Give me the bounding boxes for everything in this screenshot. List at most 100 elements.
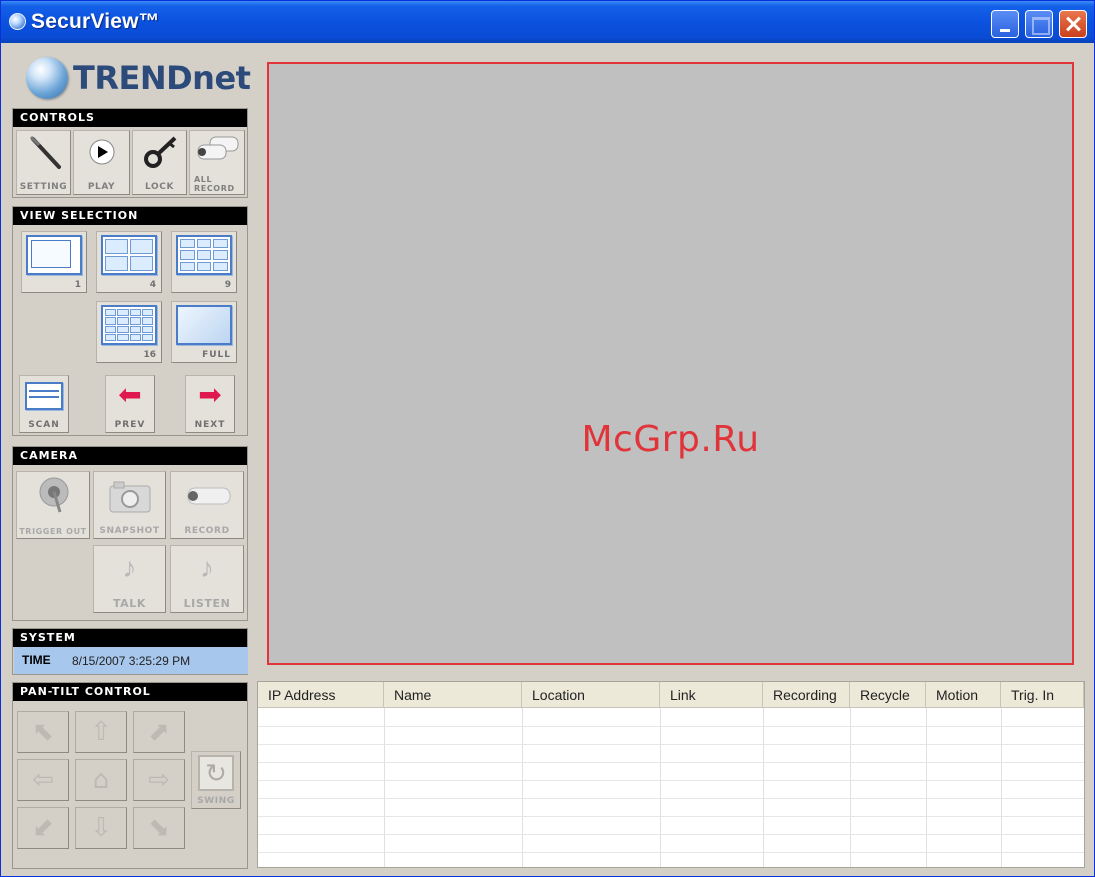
next-button[interactable]: ➡ NEXT [185, 375, 235, 433]
app-globe-icon [9, 13, 26, 30]
cameras-icon [197, 136, 239, 160]
column-header-recording[interactable]: Recording [763, 682, 850, 708]
view-16-label: 16 [143, 350, 156, 360]
pan-left-button[interactable]: ⇦ [17, 759, 69, 801]
full-view-icon [176, 305, 232, 345]
column-header-name[interactable]: Name [384, 682, 522, 708]
listen-note-icon: ♪ [200, 552, 214, 583]
pan-down-right-button[interactable]: ⬊ [133, 807, 185, 849]
all-record-label: ALL RECORD [194, 175, 235, 193]
talk-note-icon: ♪ [122, 552, 137, 583]
play-label: PLAY [87, 182, 116, 192]
view-full-button[interactable]: FULL [171, 301, 237, 363]
window-title: SecurView™ [31, 10, 160, 33]
column-header-ip-address[interactable]: IP Address [258, 682, 384, 708]
column-header-recycle[interactable]: Recycle [850, 682, 926, 708]
tilt-down-button[interactable]: ⇩ [75, 807, 127, 849]
camera-header: CAMERA [13, 447, 247, 465]
pan-tilt-panel: PAN-TILT CONTROL ⬉ ⇧ ⬈ ⇦ ⌂ ⇨ ⬋ ⇩ ⬊ ↻ SWI… [12, 682, 248, 869]
trigger-out-label: TRIGGER OUT [19, 527, 87, 536]
snapshot-camera-icon [109, 481, 151, 513]
pan-right-button[interactable]: ⇨ [133, 759, 185, 801]
wrench-icon [29, 135, 61, 169]
prev-label: PREV [114, 420, 146, 430]
view-1-button[interactable]: 1 [21, 231, 87, 293]
play-button[interactable]: PLAY [73, 130, 130, 195]
swing-button[interactable]: ↻ SWING [191, 751, 241, 809]
system-panel: SYSTEM TIME 8/15/2007 3:25:29 PM [12, 628, 248, 675]
trigger-out-button[interactable]: TRIGGER OUT [16, 471, 90, 539]
sixteen-view-icon [101, 305, 157, 345]
swing-label: SWING [197, 796, 235, 806]
lock-button[interactable]: LOCK [132, 130, 187, 195]
talk-label: TALK [112, 597, 147, 610]
camera-panel: CAMERA TRIGGER OUT SNAPSHOT RECORD ♪ TAL… [12, 446, 248, 621]
trigger-icon [39, 477, 69, 513]
listen-label: LISTEN [183, 597, 231, 610]
record-camera-icon [187, 487, 231, 505]
view-9-label: 9 [224, 280, 231, 290]
talk-button[interactable]: ♪ TALK [93, 545, 166, 613]
pan-up-right-button[interactable]: ⬈ [133, 711, 185, 753]
watermark: McGrp.Ru [581, 419, 760, 460]
record-label: RECORD [184, 526, 230, 536]
pan-tilt-header: PAN-TILT CONTROL [13, 683, 247, 701]
swing-icon: ↻ [198, 755, 234, 791]
scan-icon [25, 382, 63, 410]
minimize-button[interactable] [991, 10, 1019, 38]
all-record-button[interactable]: ALL RECORD [189, 130, 245, 195]
view-9-button[interactable]: 9 [171, 231, 237, 293]
scan-label: SCAN [28, 420, 60, 430]
pan-up-left-button[interactable]: ⬉ [17, 711, 69, 753]
arrow-down-icon: ⇩ [90, 813, 112, 843]
time-row: TIME 8/15/2007 3:25:29 PM [14, 647, 248, 674]
view-selection-panel: VIEW SELECTION 1 4 9 16 FULL SCAN ⬅ PREV… [12, 206, 248, 436]
column-header-trig-in[interactable]: Trig. In [1001, 682, 1084, 708]
time-label: TIME [22, 653, 51, 667]
scan-button[interactable]: SCAN [19, 375, 69, 433]
prev-button[interactable]: ⬅ PREV [105, 375, 155, 433]
view-4-button[interactable]: 4 [96, 231, 162, 293]
setting-label: SETTING [19, 182, 68, 192]
column-header-location[interactable]: Location [522, 682, 660, 708]
camera-list-table[interactable]: IP Address Name Location Link Recording … [257, 681, 1085, 868]
view-4-label: 4 [149, 280, 156, 290]
arrow-left-icon: ⇦ [32, 765, 54, 795]
column-header-motion[interactable]: Motion [926, 682, 1001, 708]
key-icon [144, 136, 177, 168]
arrow-down-left-icon: ⬋ [32, 813, 54, 843]
home-button[interactable]: ⌂ [75, 759, 127, 801]
video-display[interactable]: McGrp.Ru [267, 62, 1074, 665]
arrow-up-left-icon: ⬉ [32, 717, 54, 747]
maximize-button[interactable] [1025, 10, 1053, 38]
view-16-button[interactable]: 16 [96, 301, 162, 363]
arrow-up-icon: ⇧ [90, 717, 112, 747]
arrow-right-icon: ⇨ [148, 765, 170, 795]
lock-label: LOCK [144, 182, 175, 192]
column-header-link[interactable]: Link [660, 682, 763, 708]
quad-view-icon [101, 235, 157, 275]
setting-button[interactable]: SETTING [16, 130, 71, 195]
record-button[interactable]: RECORD [170, 471, 244, 539]
arrow-up-right-icon: ⬈ [148, 717, 170, 747]
nine-view-icon [176, 235, 232, 275]
time-value: 8/15/2007 3:25:29 PM [72, 654, 191, 668]
snapshot-label: SNAPSHOT [99, 526, 160, 536]
play-icon [89, 139, 115, 165]
single-view-icon [26, 235, 82, 275]
arrow-down-right-icon: ⬊ [148, 813, 170, 843]
next-arrow-icon: ➡ [198, 379, 222, 410]
pan-down-left-button[interactable]: ⬋ [17, 807, 69, 849]
system-header: SYSTEM [13, 629, 247, 647]
app-window: SecurView™ TRENDnet CONTROLS SETTING PLA… [0, 0, 1095, 877]
controls-panel: CONTROLS SETTING PLAY LOCK ALL RECORD [12, 108, 248, 198]
title-bar[interactable]: SecurView™ [1, 1, 1094, 43]
view-1-label: 1 [74, 280, 81, 290]
listen-button[interactable]: ♪ LISTEN [170, 545, 244, 613]
tilt-up-button[interactable]: ⇧ [75, 711, 127, 753]
snapshot-button[interactable]: SNAPSHOT [93, 471, 166, 539]
prev-arrow-icon: ⬅ [118, 379, 142, 410]
home-icon: ⌂ [92, 765, 110, 795]
close-button[interactable] [1059, 10, 1087, 38]
trendnet-logo: TRENDnet [73, 59, 251, 97]
